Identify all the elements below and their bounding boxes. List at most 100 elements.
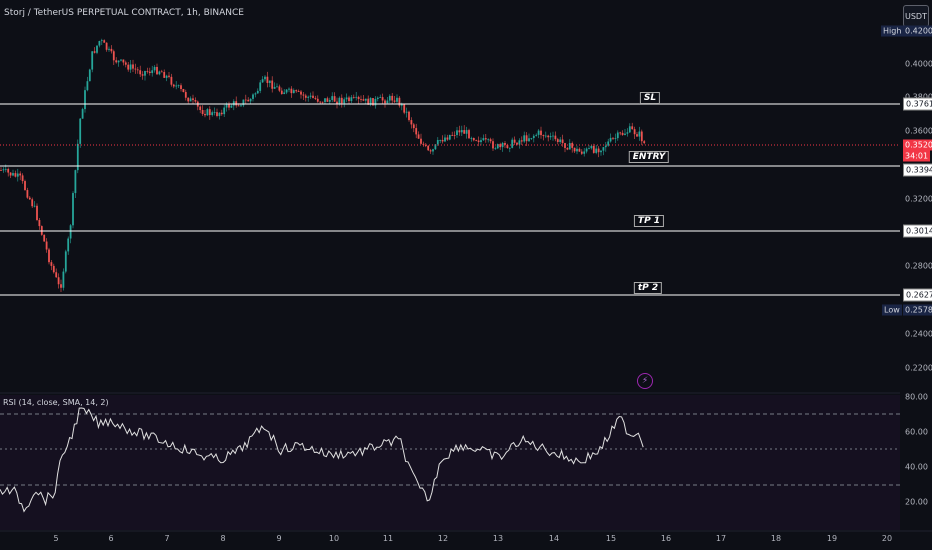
candle — [595, 148, 598, 153]
candle — [592, 145, 595, 153]
candle — [312, 95, 314, 98]
candle — [273, 86, 276, 89]
candle — [480, 140, 482, 143]
candle — [216, 112, 218, 116]
candle — [278, 86, 281, 91]
candle — [206, 109, 209, 116]
candle — [189, 98, 192, 102]
candle — [468, 130, 470, 139]
candle — [614, 138, 617, 139]
candle — [561, 139, 564, 144]
candle — [12, 173, 14, 176]
candle — [612, 137, 614, 139]
date-label: 12 — [437, 534, 449, 543]
candle — [160, 71, 163, 73]
candle — [163, 72, 166, 78]
candle — [129, 64, 132, 70]
candle — [374, 98, 377, 106]
high-label: High — [881, 25, 904, 37]
candle — [439, 139, 442, 141]
candle — [513, 139, 516, 143]
candle — [139, 70, 142, 75]
candle — [244, 99, 247, 101]
candle — [50, 262, 53, 266]
candle — [146, 71, 149, 72]
candle — [333, 96, 336, 102]
low-value-tag: 0.2578 — [903, 304, 932, 316]
candle — [235, 101, 238, 106]
candle — [213, 112, 216, 113]
tp1-label[interactable]: TP 1 — [633, 215, 665, 227]
candle — [136, 69, 139, 71]
candle — [108, 48, 110, 50]
date-label: 6 — [108, 534, 114, 543]
candle — [170, 76, 173, 85]
candle — [103, 40, 106, 43]
candle — [283, 92, 286, 95]
candle — [559, 139, 562, 142]
currency-button[interactable]: USDT — [903, 5, 929, 27]
candle — [79, 118, 82, 144]
candle — [91, 51, 94, 70]
candle — [96, 45, 98, 53]
candle — [31, 199, 34, 207]
candle — [175, 85, 178, 87]
candle — [105, 42, 108, 50]
candle — [324, 98, 326, 103]
candle — [328, 99, 331, 102]
candle — [453, 134, 456, 136]
candle — [81, 109, 84, 119]
candle — [516, 142, 518, 145]
price-axis-label: 0.4000 — [905, 59, 932, 69]
tp2-label[interactable]: tP 2 — [633, 282, 663, 294]
candle — [158, 71, 161, 75]
candle — [345, 97, 348, 100]
candle — [144, 71, 146, 76]
candle — [247, 99, 250, 102]
candle — [633, 129, 636, 135]
candle — [626, 132, 629, 134]
candle — [535, 134, 538, 136]
candle — [112, 51, 115, 61]
sl-label[interactable]: SL — [639, 92, 661, 104]
candle — [362, 99, 365, 101]
candle — [578, 148, 581, 152]
candle — [336, 101, 338, 104]
candle — [583, 151, 586, 154]
candle — [537, 130, 540, 135]
price-chart[interactable] — [0, 0, 932, 550]
candle — [237, 105, 240, 107]
candle — [530, 138, 533, 139]
candle — [379, 97, 382, 98]
candle — [211, 112, 214, 116]
candle — [223, 107, 226, 115]
candle — [86, 81, 89, 91]
candle — [456, 130, 458, 136]
candle — [520, 140, 523, 142]
candle — [43, 234, 46, 242]
candle — [254, 93, 257, 95]
candle — [290, 88, 293, 94]
candle — [446, 137, 449, 140]
candle — [621, 132, 624, 135]
rsi-title: RSI (14, close, SMA, 14, 2) — [3, 398, 109, 407]
lightning-bolt-icon[interactable]: ⚡ — [637, 373, 653, 389]
price-axis-label: 0.3200 — [905, 194, 932, 204]
candle — [192, 98, 194, 101]
candle — [602, 147, 605, 151]
candle — [261, 79, 264, 83]
entry-label[interactable]: ENTRY — [628, 151, 670, 163]
candle — [600, 150, 602, 153]
date-label: 8 — [220, 534, 226, 543]
candle — [619, 132, 622, 134]
candle — [165, 75, 168, 78]
candle — [228, 104, 230, 108]
price-axis-label: 0.3600 — [905, 126, 932, 136]
candle — [259, 82, 262, 91]
candle — [314, 97, 317, 99]
candle — [21, 175, 24, 182]
candle — [523, 135, 526, 142]
candle — [470, 137, 473, 139]
candle — [348, 97, 350, 102]
date-label: 17 — [715, 534, 727, 543]
